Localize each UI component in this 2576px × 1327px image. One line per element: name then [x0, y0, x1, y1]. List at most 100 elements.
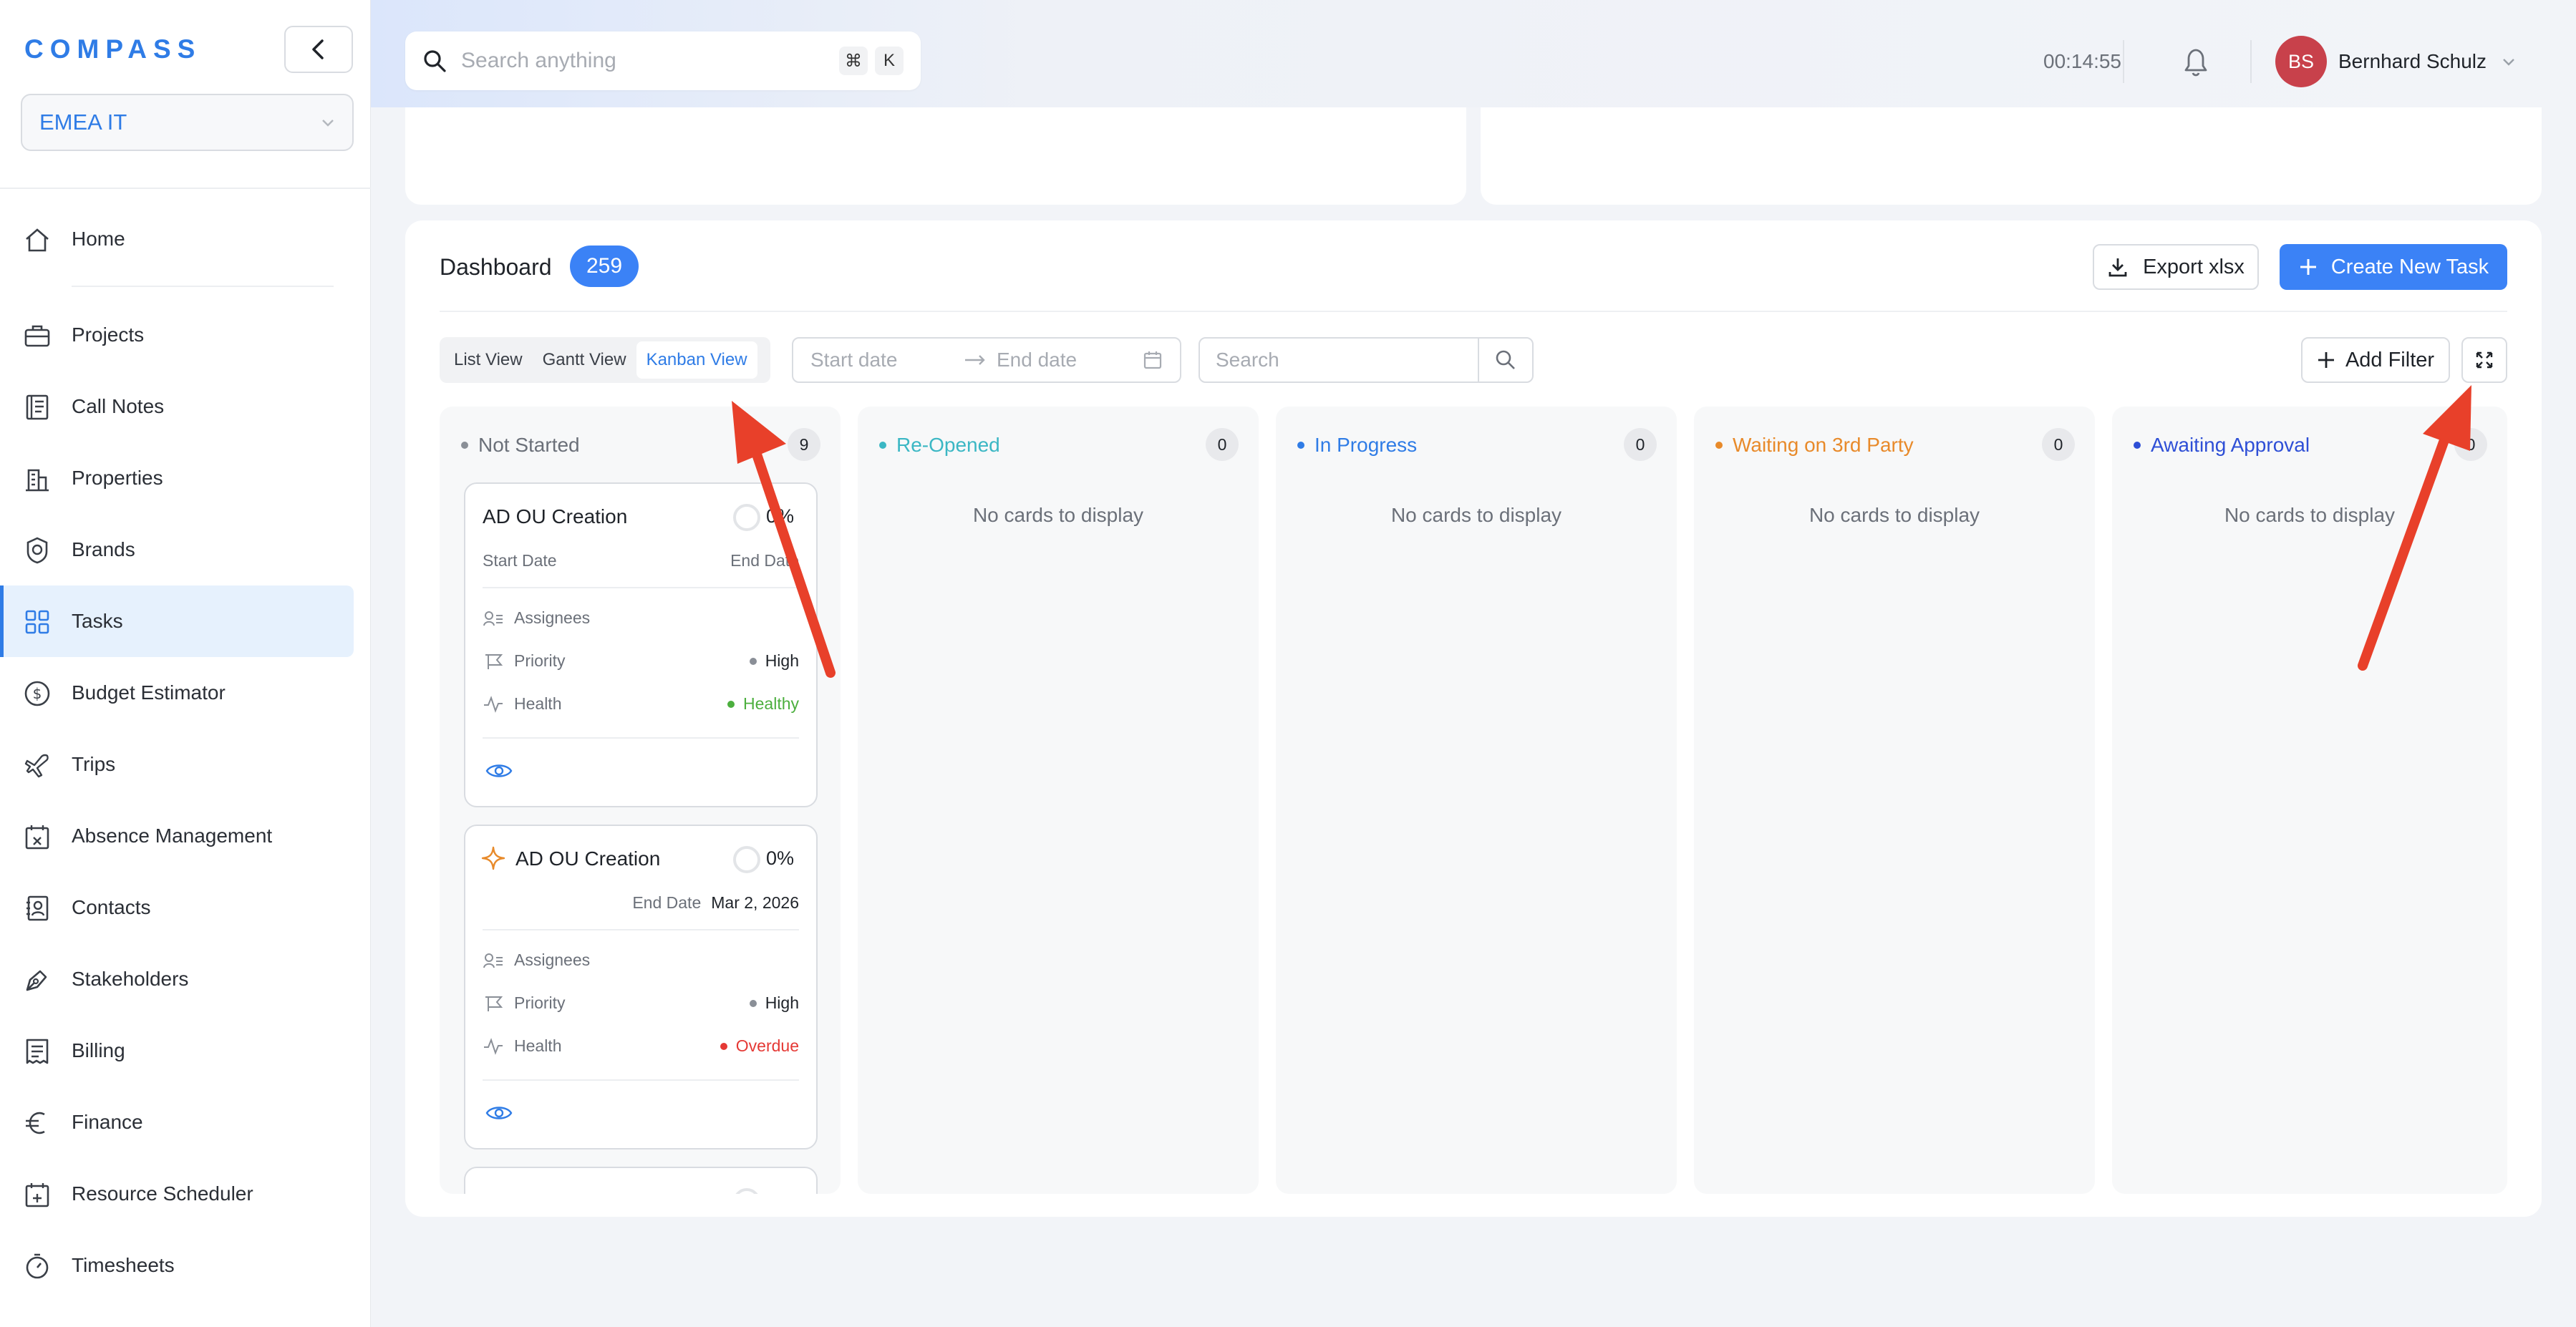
sidebar-item-stakeholders[interactable]: Stakeholders	[0, 943, 354, 1015]
annotation-arrow-icon	[2358, 385, 2471, 671]
kanban-column-re-opened: Re-Opened 0 No cards to display	[858, 407, 1259, 1194]
sidebar-item-label: Finance	[72, 1111, 143, 1133]
end-date-input[interactable]: End date	[997, 349, 1143, 371]
search-icon	[424, 50, 446, 72]
sidebar-item-call-notes[interactable]: Call Notes	[0, 371, 354, 442]
task-card[interactable]: AD OU Creation 0% End Date Mar 2, 2026 A…	[464, 825, 818, 1149]
plus-icon	[2318, 352, 2334, 368]
expand-icon	[2476, 351, 2493, 369]
sidebar-item-budget-estimator[interactable]: $ Budget Estimator	[0, 657, 354, 729]
export-xlsx-button[interactable]: Export xlsx	[2093, 244, 2259, 290]
activity-icon	[484, 1037, 503, 1055]
status-dot	[2134, 442, 2141, 449]
sidebar-item-label: Timesheets	[72, 1254, 175, 1276]
bell-icon[interactable]	[2180, 44, 2212, 79]
sidebar-item-tasks[interactable]: Tasks	[0, 585, 354, 657]
global-search-input[interactable]: Search anything ⌘ K	[405, 31, 921, 90]
assignees-row: Assignees	[483, 951, 799, 970]
health-dot	[727, 700, 735, 708]
sidebar-item-label: Contacts	[72, 896, 151, 918]
add-filter-label: Add Filter	[2345, 348, 2435, 371]
plus-icon	[2300, 259, 2316, 275]
sidebar-item-label: Resource Scheduler	[72, 1182, 253, 1205]
board-search-button[interactable]	[1478, 339, 1532, 381]
header-divider	[440, 311, 2507, 312]
task-title: AD OU Creation	[515, 847, 661, 870]
sidebar-item-label: Budget Estimator	[72, 681, 226, 704]
column-title: Awaiting Approval	[2151, 434, 2310, 456]
tab-list-view[interactable]: List View	[444, 341, 533, 379]
avatar[interactable]: BS	[2275, 36, 2327, 87]
sidebar-item-finance[interactable]: Finance	[0, 1087, 354, 1158]
search-icon	[1496, 350, 1515, 369]
user-name[interactable]: Bernhard Schulz	[2338, 50, 2487, 73]
sidebar-item-label: Properties	[72, 467, 163, 489]
health-label: Health	[514, 694, 562, 713]
calendar-plus-icon	[25, 1183, 49, 1207]
sidebar-item-label: Billing	[72, 1039, 125, 1061]
column-title: Not Started	[478, 434, 580, 456]
sidebar-item-brands[interactable]: Brands	[0, 514, 354, 585]
sidebar-item-contacts[interactable]: Contacts	[0, 872, 354, 943]
assignees-label: Assignees	[514, 951, 591, 969]
sidebar-item-label: Stakeholders	[72, 968, 189, 990]
assignees-icon	[483, 611, 503, 626]
assignees-label: Assignees	[514, 608, 591, 627]
org-select[interactable]: EMEA IT	[21, 94, 354, 151]
tab-gantt-view[interactable]: Gantt View	[533, 341, 636, 379]
column-title: In Progress	[1314, 434, 1418, 456]
plane-icon	[24, 754, 49, 778]
tab-kanban-view[interactable]: Kanban View	[636, 341, 757, 379]
eye-icon[interactable]	[485, 1104, 513, 1122]
grid-icon	[25, 610, 49, 634]
eye-icon[interactable]	[485, 762, 513, 780]
sidebar-item-resource-scheduler[interactable]: Resource Scheduler	[0, 1158, 354, 1230]
empty-state: No cards to display	[1390, 504, 1562, 526]
column-title: Re-Opened	[896, 434, 1000, 456]
sparkle-icon	[481, 846, 505, 870]
start-date-input[interactable]: Start date	[810, 349, 954, 371]
priority-value: High	[765, 993, 799, 1012]
sidebar-item-timesheets[interactable]: Timesheets	[0, 1230, 354, 1301]
sidebar-item-projects[interactable]: Projects	[0, 299, 354, 371]
topbar-divider	[2123, 40, 2124, 83]
task-card[interactable]	[464, 1167, 818, 1194]
billing-icon	[26, 1039, 49, 1064]
chevron-down-icon	[322, 120, 334, 127]
collapse-sidebar-button[interactable]	[284, 26, 353, 73]
sidebar-item-absence-management[interactable]: Absence Management	[0, 800, 354, 872]
health-label: Health	[514, 1036, 562, 1055]
column-count-badge: 0	[2042, 428, 2075, 461]
sidebar-item-label: Brands	[72, 538, 135, 560]
sidebar-item-label: Home	[72, 228, 125, 250]
chevron-down-icon[interactable]	[2500, 53, 2517, 70]
calendar-x-icon	[25, 825, 49, 850]
empty-state: No cards to display	[972, 504, 1144, 526]
status-dot	[1715, 442, 1723, 449]
health-dot	[720, 1042, 727, 1050]
sidebar-item-label: Absence Management	[72, 825, 273, 847]
create-new-task-button[interactable]: Create New Task	[2280, 244, 2507, 290]
date-range-picker[interactable]: Start date End date	[792, 337, 1181, 383]
summary-card	[1481, 107, 2542, 205]
column-count-badge: 0	[1624, 428, 1657, 461]
priority-row: Priority High	[483, 993, 799, 1013]
sidebar-item-home[interactable]: Home	[0, 203, 354, 275]
sidebar: COMPASS EMEA IT Home Projects Call Notes…	[0, 0, 371, 1327]
sidebar-item-trips[interactable]: Trips	[0, 729, 354, 800]
sidebar-item-properties[interactable]: Properties	[0, 442, 354, 514]
card-divider	[483, 929, 799, 930]
chevron-left-icon	[312, 39, 324, 59]
board-search-input[interactable]: Search	[1199, 337, 1534, 383]
sidebar-item-billing[interactable]: Billing	[0, 1015, 354, 1087]
health-value: Overdue	[735, 1036, 799, 1055]
sidebar-divider	[0, 188, 371, 189]
svg-text:$: $	[33, 685, 42, 702]
health-value: Healthy	[743, 694, 799, 713]
sidebar-item-label: Tasks	[72, 610, 123, 632]
column-title: Waiting on 3rd Party	[1733, 434, 1914, 456]
summary-card	[405, 107, 1466, 205]
task-title: AD OU Creation	[483, 505, 628, 528]
priority-dot	[749, 999, 757, 1007]
session-timer: 00:14:55	[2043, 50, 2121, 72]
